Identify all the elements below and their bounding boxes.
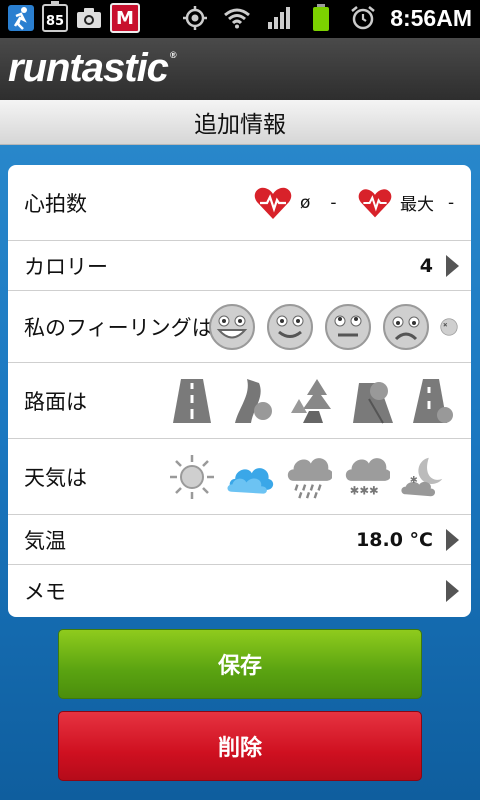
memo-row[interactable]: メモ bbox=[8, 565, 471, 617]
weather-options: ✱✱✱ ✱ bbox=[168, 453, 448, 501]
chevron-right-icon bbox=[446, 580, 459, 602]
wifi-icon bbox=[222, 3, 252, 33]
clock: 8:56AM bbox=[390, 4, 472, 31]
mixed-road-icon[interactable] bbox=[408, 377, 456, 425]
alarm-icon bbox=[348, 3, 378, 33]
forest-icon[interactable] bbox=[288, 377, 336, 425]
runtastic-logo: runtastic ® bbox=[8, 46, 177, 91]
calories-value: 4 bbox=[419, 254, 433, 277]
surface-label: 路面は bbox=[24, 389, 87, 414]
cloudy-icon[interactable] bbox=[226, 453, 274, 501]
status-bar: 85 M 8:56AM bbox=[0, 0, 480, 38]
trail-icon[interactable] bbox=[228, 377, 276, 425]
battery-badge-value: 85 bbox=[45, 14, 65, 29]
memo-label: メモ bbox=[24, 580, 66, 604]
feeling-row: 私のフィーリングは bbox=[8, 291, 471, 363]
surface-options bbox=[168, 377, 456, 425]
heart-rate-max-icon bbox=[358, 188, 392, 217]
avg-symbol: ø bbox=[300, 192, 311, 213]
surface-row: 路面は bbox=[8, 363, 471, 439]
svg-text:✱: ✱ bbox=[410, 474, 418, 485]
heart-rate-label: 心拍数 bbox=[24, 191, 87, 216]
temperature-label: 気温 bbox=[24, 528, 66, 553]
gps-icon bbox=[180, 3, 210, 33]
snowy-icon[interactable]: ✱✱✱ bbox=[342, 453, 390, 501]
sunny-icon[interactable] bbox=[168, 453, 216, 501]
happy-face-icon[interactable] bbox=[266, 303, 314, 351]
rainy-icon[interactable] bbox=[284, 453, 332, 501]
svg-text:✱✱✱: ✱✱✱ bbox=[350, 483, 379, 497]
neutral-face-icon[interactable] bbox=[324, 303, 372, 351]
page-title: 追加情報 bbox=[0, 100, 480, 145]
feeling-options bbox=[208, 303, 458, 351]
avg-heart-rate[interactable]: ø - bbox=[254, 186, 337, 220]
runner-icon bbox=[6, 3, 36, 33]
trademark: ® bbox=[169, 50, 177, 60]
max-heart-rate[interactable]: 最大 - bbox=[358, 187, 454, 219]
mcafee-icon: M bbox=[110, 3, 140, 33]
battery-icon bbox=[306, 3, 336, 33]
temperature-value: 18.0 °C bbox=[356, 528, 433, 551]
heart-rate-row: 心拍数 ø - 最大 - bbox=[8, 165, 471, 241]
crossed-face-icon[interactable] bbox=[440, 303, 458, 351]
chevron-right-icon bbox=[446, 528, 459, 551]
chevron-right-icon bbox=[446, 254, 459, 277]
calories-label: カロリー bbox=[24, 254, 108, 279]
feeling-label: 私のフィーリングは bbox=[24, 315, 213, 340]
sad-face-icon[interactable] bbox=[382, 303, 430, 351]
heart-rate-avg-icon bbox=[254, 187, 292, 219]
very-happy-face-icon[interactable] bbox=[208, 303, 256, 351]
signal-icon bbox=[264, 3, 294, 33]
additional-info-card: 心拍数 ø - 最大 - カロリー 4 私のフィーリングは 路面は 天気は ✱✱… bbox=[8, 165, 471, 617]
night-icon[interactable]: ✱ bbox=[400, 453, 448, 501]
max-heart-rate-label: 最大 bbox=[400, 195, 434, 215]
delete-button[interactable]: 削除 bbox=[58, 711, 422, 781]
calories-row[interactable]: カロリー 4 bbox=[8, 241, 471, 291]
app-bar: runtastic ® bbox=[0, 38, 480, 100]
max-heart-rate-value: - bbox=[448, 192, 455, 213]
save-button[interactable]: 保存 bbox=[58, 629, 422, 699]
avg-heart-rate-value: - bbox=[330, 192, 337, 213]
weather-row: 天気は ✱✱✱ ✱ bbox=[8, 439, 471, 515]
road-icon[interactable] bbox=[168, 377, 216, 425]
offroad-icon[interactable] bbox=[348, 377, 396, 425]
logo-text: runtastic bbox=[8, 46, 169, 90]
battery-badge-icon: 85 bbox=[42, 1, 68, 32]
temperature-row[interactable]: 気温 18.0 °C bbox=[8, 515, 471, 565]
weather-label: 天気は bbox=[24, 465, 87, 490]
camera-icon bbox=[74, 3, 104, 33]
